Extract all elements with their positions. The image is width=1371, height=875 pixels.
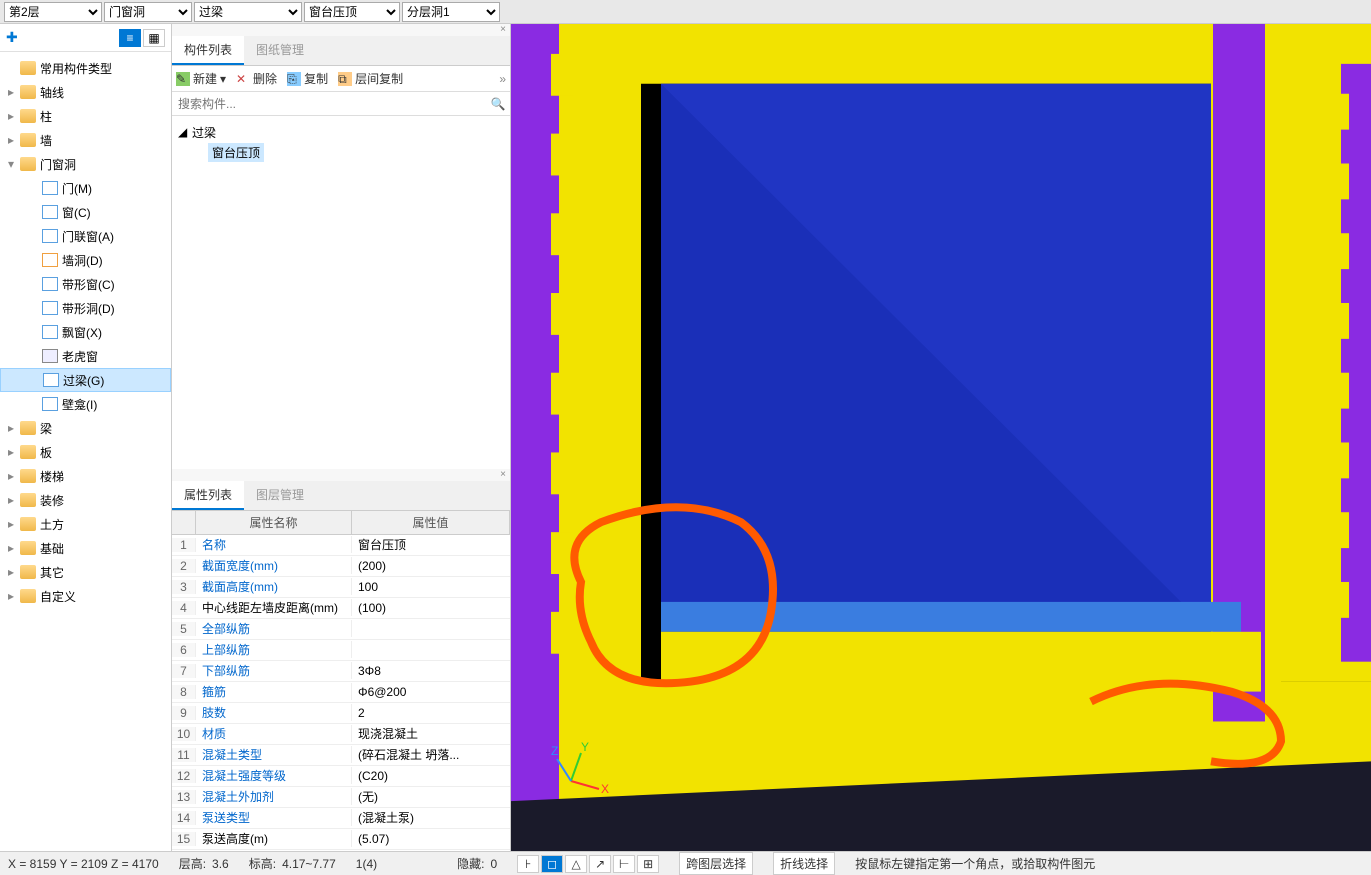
nav-tree-panel: ✚ ≡ ▦ 常用构件类型▸轴线▸柱▸墙▾门窗洞门(M)窗(C)门联窗(A)墙洞(… [0, 24, 172, 851]
svg-text:Y: Y [581, 741, 589, 754]
tree-item[interactable]: ▸土方 [0, 512, 171, 536]
type-select[interactable]: 过梁 [194, 2, 302, 22]
more-icon[interactable]: » [499, 72, 506, 86]
polyline-select-button[interactable]: 折线选择 [773, 852, 835, 875]
close-icon[interactable]: × [172, 24, 510, 36]
layer-select[interactable]: 分层洞1 [402, 2, 500, 22]
prop-row[interactable]: 8箍筋Φ6@200 [172, 682, 510, 703]
coords-readout: X = 8159 Y = 2109 Z = 4170 [8, 857, 159, 871]
delete-button[interactable]: ✕删除 [236, 70, 277, 87]
tree-item[interactable]: 窗(C) [0, 200, 171, 224]
component-toolbar: ✎新建▾ ✕删除 ⎘复制 ⧉层间复制 » [172, 66, 510, 92]
add-icon[interactable]: ✚ [6, 29, 18, 46]
prop-row[interactable]: 9肢数2 [172, 703, 510, 724]
tree-item[interactable]: ▸自定义 [0, 584, 171, 608]
search-icon[interactable]: 🔍 [486, 92, 510, 115]
top-dropdown-bar: 第2层 门窗洞 过梁 窗台压顶 分层洞1 [0, 0, 1371, 24]
tree-item[interactable]: 壁龛(I) [0, 392, 171, 416]
tree-item[interactable]: ▾门窗洞 [0, 152, 171, 176]
prop-row[interactable]: 13混凝土外加剂(无) [172, 787, 510, 808]
status-bar: X = 8159 Y = 2109 Z = 4170 层高:3.6 标高:4.1… [0, 851, 1371, 875]
subtype-select[interactable]: 窗台压顶 [304, 2, 400, 22]
floor-copy-button[interactable]: ⧉层间复制 [338, 70, 403, 87]
component-tree-selected[interactable]: 窗台压顶 [178, 142, 504, 162]
prop-row[interactable]: 14泵送类型(混凝土泵) [172, 808, 510, 829]
prop-row[interactable]: 4中心线距左墙皮距离(mm)(100) [172, 598, 510, 619]
tab-layer-mgmt[interactable]: 图层管理 [244, 481, 316, 510]
tree-item[interactable]: 带形洞(D) [0, 296, 171, 320]
tree-item[interactable]: ▸基础 [0, 536, 171, 560]
prop-row[interactable]: 12混凝土强度等级(C20) [172, 766, 510, 787]
grid-view-icon[interactable]: ▦ [143, 29, 165, 47]
viewport-3d[interactable]: X Y Z [511, 24, 1371, 851]
hint-text: 按鼠标左键指定第一个角点，或拾取构件图元 [855, 855, 1095, 872]
floor-select[interactable]: 第2层 [4, 2, 102, 22]
tree-item[interactable]: ▸板 [0, 440, 171, 464]
new-button[interactable]: ✎新建▾ [176, 70, 226, 87]
tree-item[interactable]: 门(M) [0, 176, 171, 200]
prop-header-name: 属性名称 [196, 511, 352, 534]
tree-item[interactable]: 门联窗(A) [0, 224, 171, 248]
prop-row[interactable]: 10材质现浇混凝土 [172, 724, 510, 745]
prop-row[interactable]: 15泵送高度(m)(5.07) [172, 829, 510, 850]
component-tabs: 构件列表 图纸管理 [172, 36, 510, 66]
tab-component-list[interactable]: 构件列表 [172, 36, 244, 65]
svg-text:X: X [601, 782, 609, 796]
prop-row[interactable]: 3截面高度(mm)100 [172, 577, 510, 598]
tree-item[interactable]: ▸装修 [0, 488, 171, 512]
tree-item[interactable]: ▸柱 [0, 104, 171, 128]
tree-item[interactable]: ▸其它 [0, 560, 171, 584]
tree-item[interactable]: ▸楼梯 [0, 464, 171, 488]
tree-item[interactable]: ▸梁 [0, 416, 171, 440]
close-icon[interactable]: × [172, 469, 510, 481]
selection-count: 1(4) [356, 857, 377, 871]
tree-item[interactable]: ▸轴线 [0, 80, 171, 104]
svg-text:Z: Z [551, 744, 558, 758]
axis-gizmo: X Y Z [551, 741, 611, 801]
tree-item[interactable]: 过梁(G) [0, 368, 171, 392]
prop-row[interactable]: 11混凝土类型(碎石混凝土 坍落... [172, 745, 510, 766]
component-tree[interactable]: ◢过梁 窗台压顶 [172, 116, 510, 469]
list-view-icon[interactable]: ≡ [119, 29, 141, 47]
mid-panel: × 构件列表 图纸管理 ✎新建▾ ✕删除 ⎘复制 ⧉层间复制 » 🔍 ◢过梁 窗… [172, 24, 511, 851]
tab-properties[interactable]: 属性列表 [172, 481, 244, 510]
tree-item[interactable]: 飘窗(X) [0, 320, 171, 344]
copy-button[interactable]: ⎘复制 [287, 70, 328, 87]
property-tabs: 属性列表 图层管理 [172, 481, 510, 511]
nav-tree[interactable]: 常用构件类型▸轴线▸柱▸墙▾门窗洞门(M)窗(C)门联窗(A)墙洞(D)带形窗(… [0, 52, 171, 851]
cross-layer-select-button[interactable]: 跨图层选择 [679, 852, 753, 875]
prop-header-value: 属性值 [352, 511, 510, 534]
tree-item[interactable]: 带形窗(C) [0, 272, 171, 296]
prop-row[interactable]: 6上部纵筋 [172, 640, 510, 661]
prop-row[interactable]: 1名称窗台压顶 [172, 535, 510, 556]
category-select[interactable]: 门窗洞 [104, 2, 192, 22]
prop-row[interactable]: 2截面宽度(mm)(200) [172, 556, 510, 577]
property-table: 属性名称 属性值 1名称窗台压顶2截面宽度(mm)(200)3截面高度(mm)1… [172, 511, 510, 852]
prop-row[interactable]: 7下部纵筋3Φ8 [172, 661, 510, 682]
tree-item[interactable]: 墙洞(D) [0, 248, 171, 272]
snap-icons[interactable]: ⊦◻△↗⊢⊞ [517, 855, 659, 873]
search-input[interactable] [172, 92, 486, 115]
tab-drawing-mgmt[interactable]: 图纸管理 [244, 36, 316, 65]
tree-item[interactable]: 常用构件类型 [0, 56, 171, 80]
tree-item[interactable]: 老虎窗 [0, 344, 171, 368]
prop-row[interactable]: 5全部纵筋 [172, 619, 510, 640]
tree-item[interactable]: ▸墙 [0, 128, 171, 152]
